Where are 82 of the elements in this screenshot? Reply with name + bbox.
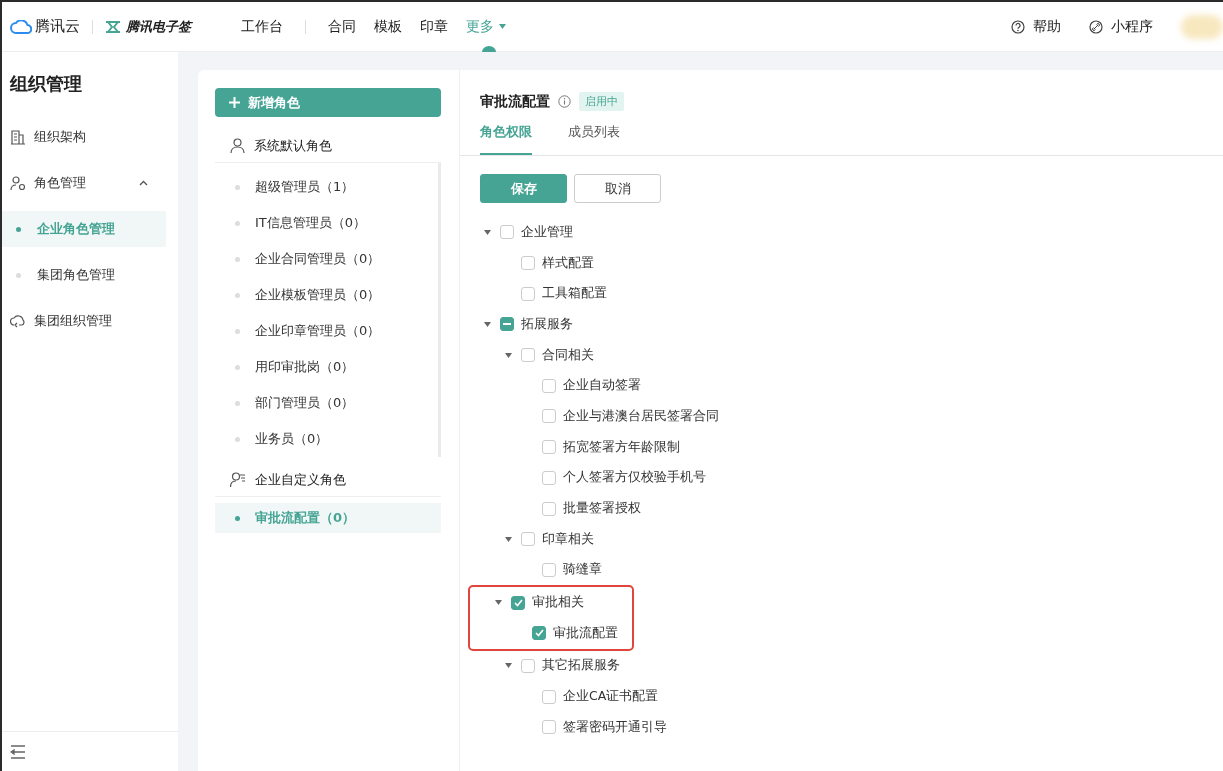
link-icon <box>1089 19 1103 34</box>
checkbox[interactable] <box>542 562 556 577</box>
status-badge: 启用中 <box>579 92 624 111</box>
role-item[interactable]: 企业印章管理员（0） <box>215 313 438 349</box>
cloud-arrow-icon <box>10 313 26 329</box>
permission-label: 拓宽签署方年龄限制 <box>563 438 680 456</box>
expand-caret-icon[interactable] <box>484 229 491 235</box>
role-item[interactable]: 企业合同管理员（0） <box>215 241 438 277</box>
sidebar-title: 组织管理 <box>8 72 83 96</box>
role-group-title: 企业自定义角色 <box>255 470 346 489</box>
user-list-icon <box>230 472 246 487</box>
role-item[interactable]: 企业模板管理员（0） <box>215 277 438 313</box>
cloud-icon <box>10 19 32 34</box>
brand-logo[interactable]: 腾讯云 <box>10 17 80 36</box>
checkbox[interactable] <box>500 317 514 332</box>
brand-name: 腾讯云 <box>35 17 80 36</box>
expand-caret-icon[interactable] <box>495 600 502 606</box>
checkbox[interactable] <box>500 225 514 240</box>
nav-tab[interactable]: 模板 <box>374 1 402 52</box>
checkbox[interactable] <box>521 348 535 363</box>
expand-caret-icon[interactable] <box>484 321 491 327</box>
permission-label: 拓展服务 <box>521 315 573 333</box>
checkbox[interactable] <box>521 658 535 673</box>
nav-tab[interactable]: 合同 <box>328 1 356 52</box>
expand-caret-icon[interactable] <box>505 663 512 669</box>
avatar[interactable] <box>1181 14 1223 39</box>
permission-label: 印章相关 <box>542 530 594 548</box>
role-item[interactable]: 用印审批岗（0） <box>215 349 438 385</box>
permission-label: 工具箱配置 <box>542 285 607 303</box>
info-icon[interactable] <box>558 95 571 108</box>
checkbox[interactable] <box>542 689 556 704</box>
permission-label: 审批相关 <box>532 594 584 612</box>
sidebar-item[interactable]: 组织架构 <box>2 119 166 155</box>
role-group-title: 系统默认角色 <box>254 136 332 155</box>
role-item[interactable]: IT信息管理员（0） <box>215 205 438 241</box>
sidebar-item[interactable]: 集团组织管理 <box>2 303 166 339</box>
checkbox[interactable] <box>532 626 546 641</box>
permission-label: 骑缝章 <box>563 561 602 579</box>
help-icon <box>1011 19 1025 34</box>
permission-label: 其它拓展服务 <box>542 657 620 675</box>
checkbox[interactable] <box>521 256 535 271</box>
plus-icon <box>229 97 240 108</box>
checkbox[interactable] <box>521 532 535 547</box>
permission-label: 企业CA证书配置 <box>563 688 659 706</box>
expand-caret-icon[interactable] <box>505 536 512 542</box>
role-item[interactable]: 部门管理员（0） <box>215 385 438 421</box>
user-icon <box>230 138 245 153</box>
permission-label: 企业自动签署 <box>563 377 641 395</box>
permission-label: 个人签署方仅校验手机号 <box>563 469 706 487</box>
product-logo-icon <box>105 20 121 33</box>
nav-tab[interactable]: 工作台 <box>241 1 283 52</box>
checkbox[interactable] <box>542 501 556 516</box>
role-item[interactable]: 业务员（0） <box>215 421 438 457</box>
sidebar-item[interactable]: 角色管理 <box>2 165 166 201</box>
building-icon <box>10 129 26 145</box>
checkbox[interactable] <box>542 378 556 393</box>
checkbox[interactable] <box>542 409 556 424</box>
permission-label: 企业管理 <box>521 223 573 241</box>
permission-label: 企业与港澳台居民签署合同 <box>563 407 719 425</box>
product-name: 腾讯电子签 <box>126 17 191 36</box>
permission-label: 签署密码开通引导 <box>563 718 667 736</box>
chevron-up-icon <box>139 180 148 186</box>
help-link[interactable]: 帮助 <box>1011 17 1061 36</box>
role-title: 审批流配置 <box>480 92 550 111</box>
sidebar-subitem[interactable]: 集团角色管理 <box>2 257 166 293</box>
expand-caret-icon[interactable] <box>505 352 512 358</box>
permission-label: 合同相关 <box>542 346 594 364</box>
nav-tab[interactable]: 印章 <box>420 1 448 52</box>
permission-label: 样式配置 <box>542 254 594 272</box>
checkbox[interactable] <box>542 720 556 735</box>
checkbox[interactable] <box>542 470 556 485</box>
permission-label: 审批流配置 <box>553 624 618 642</box>
collapse-menu-icon[interactable] <box>10 744 26 759</box>
mini-program-link[interactable]: 小程序 <box>1089 17 1153 36</box>
role-item[interactable]: 超级管理员（1） <box>215 169 438 205</box>
checkbox[interactable] <box>511 595 525 610</box>
cancel-button[interactable]: 取消 <box>574 174 661 203</box>
checkbox[interactable] <box>542 440 556 455</box>
tab[interactable]: 成员列表 <box>568 123 620 155</box>
active-indicator <box>482 45 496 52</box>
checkbox[interactable] <box>521 286 535 301</box>
permission-label: 批量签署授权 <box>563 500 641 518</box>
